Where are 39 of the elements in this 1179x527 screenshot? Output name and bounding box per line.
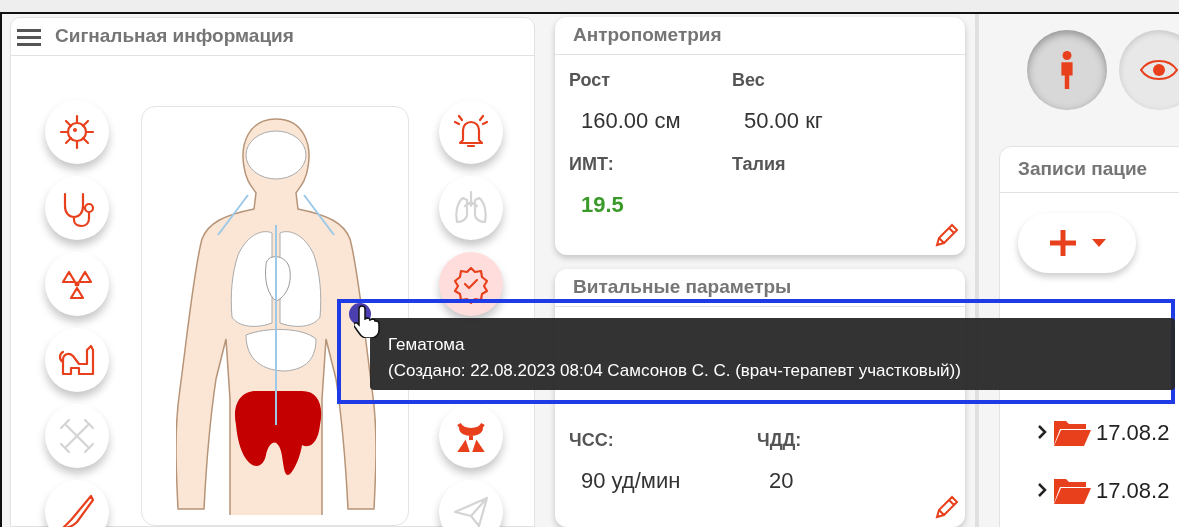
field-label: ИМТ:	[569, 153, 615, 176]
tooltip-title: Гематома	[388, 334, 466, 356]
field-label: Вес	[732, 69, 766, 92]
virus-icon	[57, 112, 97, 152]
signal-button[interactable]	[45, 176, 109, 240]
signal-button[interactable]	[45, 100, 109, 164]
field-label: Рост	[569, 69, 612, 92]
tree-item-label[interactable]: 17.08.2	[1096, 473, 1170, 507]
signal-button[interactable]	[439, 100, 503, 164]
card-title: Витальные параметры	[573, 275, 792, 300]
plus-icon	[1048, 228, 1078, 258]
caret-icon	[1092, 239, 1106, 247]
field-value: 50.00 кг	[744, 107, 823, 135]
badge-check-icon	[451, 264, 491, 304]
chevron-icon[interactable]	[1036, 483, 1048, 497]
signal-button[interactable]	[45, 252, 109, 316]
field-value: 90 уд/мин	[581, 467, 681, 496]
card-title: Записи пацие	[1018, 157, 1148, 182]
chevron-icon[interactable]	[1036, 425, 1048, 439]
field-value: 160.00 см	[581, 107, 681, 135]
signal-button[interactable]	[439, 252, 503, 316]
menu-icon[interactable]	[17, 26, 41, 47]
tooltip-detail: (Создано: 22.08.2023 08:04 Самсонов С. С. (врач-терапевт участковый))	[388, 360, 962, 382]
field-value: 20	[769, 467, 794, 496]
field-label: ЧДД:	[757, 429, 803, 453]
signal-button[interactable]	[45, 328, 109, 392]
panel-title: Сигнальная информация	[55, 24, 294, 49]
field-value: 19.5	[581, 191, 624, 219]
signal-button[interactable]	[45, 480, 109, 527]
field-label: ЧСС:	[569, 429, 615, 453]
person-icon	[1061, 51, 1073, 89]
signal-button[interactable]	[439, 404, 503, 468]
add-button[interactable]	[1018, 213, 1136, 273]
card-title: Антропометрия	[573, 23, 722, 48]
hand-cursor-icon	[354, 304, 380, 338]
edit-icon[interactable]	[933, 495, 959, 521]
tree-item-label[interactable]: 17.08.2	[1096, 415, 1170, 449]
field-label: Талия	[732, 153, 787, 176]
view-toggle-button[interactable]	[1119, 30, 1179, 110]
